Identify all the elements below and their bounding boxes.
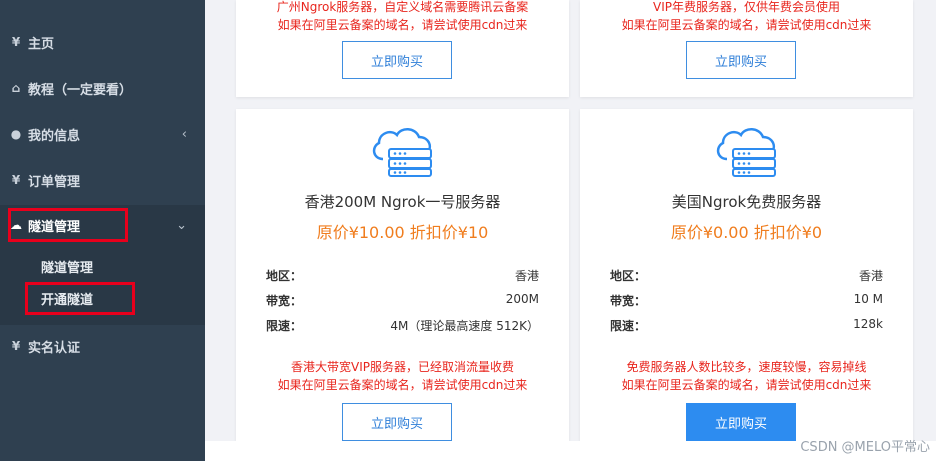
card-note-2: 如果在阿里云备案的域名，请尝试使用cdn过来 bbox=[277, 18, 528, 32]
spec-key: 限速： bbox=[610, 319, 647, 333]
spec-value: 香港 bbox=[858, 269, 883, 283]
spec-key: 限速： bbox=[266, 319, 303, 333]
buy-now-button[interactable]: 立即购买 bbox=[686, 403, 796, 441]
nav-real-name[interactable]: ¥ 实名认证 bbox=[0, 326, 205, 366]
nav-tutorial[interactable]: ⌂ 教程（一定要看） bbox=[0, 68, 205, 108]
spec-key: 地区： bbox=[266, 269, 303, 283]
nav-my-info[interactable]: ● 我的信息 ‹ bbox=[0, 114, 205, 154]
card-price: 原价¥10.00 折扣价¥10 bbox=[316, 223, 489, 242]
buy-now-button[interactable]: 立即购买 bbox=[342, 403, 452, 441]
card-note-1: 香港大带宽VIP服务器，已经取消流量收费 bbox=[291, 360, 514, 374]
chevron-down-icon: ⌄ bbox=[176, 217, 187, 233]
cloud-server-icon bbox=[372, 128, 432, 177]
yen-icon: ¥ bbox=[11, 35, 21, 49]
spec-key: 地区： bbox=[610, 269, 647, 283]
yen-icon: ¥ bbox=[11, 339, 21, 353]
spec-key: 带宽： bbox=[610, 294, 647, 308]
server-card-hongkong: 香港200M Ngrok一号服务器 原价¥10.00 折扣价¥10 地区： 香港… bbox=[236, 109, 569, 441]
card-note-2: 如果在阿里云备案的域名，请尝试使用cdn过来 bbox=[277, 378, 528, 392]
highlight-box-open-tunnel bbox=[25, 282, 135, 315]
sidebar: ¥ 主页 ⌂ 教程（一定要看） ● 我的信息 ‹ ¥ 订单管理 ☁ 隧道管理 ⌄… bbox=[0, 0, 205, 461]
nav-orders-label: 订单管理 bbox=[28, 174, 81, 190]
card-note-1: 免费服务器人数比较多，速度较慢，容易掉线 bbox=[626, 360, 867, 374]
spec-value: 128k bbox=[853, 317, 883, 331]
card-note-1: VIP年费服务器，仅供年费会员使用 bbox=[653, 0, 840, 14]
nav-home[interactable]: ¥ 主页 bbox=[0, 22, 205, 62]
nav-my-info-label: 我的信息 bbox=[28, 128, 81, 144]
card-price: 原价¥0.00 折扣价¥0 bbox=[670, 223, 823, 242]
spec-value: 200M bbox=[505, 292, 539, 306]
spec-value: 10 M bbox=[853, 292, 883, 306]
buy-now-button[interactable]: 立即购买 bbox=[342, 41, 452, 79]
card-note-2: 如果在阿里云备案的域名，请尝试使用cdn过来 bbox=[621, 18, 872, 32]
spec-value: 香港 bbox=[514, 269, 539, 283]
yen-icon: ¥ bbox=[11, 173, 21, 187]
nav-orders[interactable]: ¥ 订单管理 bbox=[0, 160, 205, 200]
chevron-left-icon: ‹ bbox=[181, 126, 187, 142]
card-title: 美国Ngrok免费服务器 bbox=[671, 193, 822, 211]
server-card-vip: VIP年费服务器，仅供年费会员使用 如果在阿里云备案的域名，请尝试使用cdn过来… bbox=[580, 0, 913, 97]
user-icon: ● bbox=[10, 127, 22, 141]
watermark: CSDN @MELO平常心 bbox=[800, 440, 930, 455]
card-note-2: 如果在阿里云备案的域名，请尝试使用cdn过来 bbox=[621, 378, 872, 392]
submenu-item-tunnel-management[interactable]: 隧道管理 bbox=[41, 257, 93, 276]
card-title: 香港200M Ngrok一号服务器 bbox=[304, 193, 501, 211]
spec-value: 4M（理论最高速度 512K） bbox=[390, 319, 539, 333]
cloud-server-icon bbox=[716, 128, 776, 177]
server-card-usa-free: 美国Ngrok免费服务器 原价¥0.00 折扣价¥0 地区： 香港 带宽： 10… bbox=[580, 109, 913, 441]
home-icon: ⌂ bbox=[11, 81, 21, 95]
nav-tutorial-label: 教程（一定要看） bbox=[28, 82, 133, 98]
highlight-box-tunnel bbox=[8, 208, 128, 242]
nav-real-name-label: 实名认证 bbox=[28, 340, 81, 356]
spec-key: 带宽： bbox=[266, 294, 303, 308]
card-note-1: 广州Ngrok服务器，自定义域名需要腾讯云备案 bbox=[276, 0, 529, 14]
buy-now-button[interactable]: 立即购买 bbox=[686, 41, 796, 79]
nav-home-label: 主页 bbox=[28, 36, 55, 52]
server-card-guangzhou: 广州Ngrok服务器，自定义域名需要腾讯云备案 如果在阿里云备案的域名，请尝试使… bbox=[236, 0, 569, 97]
